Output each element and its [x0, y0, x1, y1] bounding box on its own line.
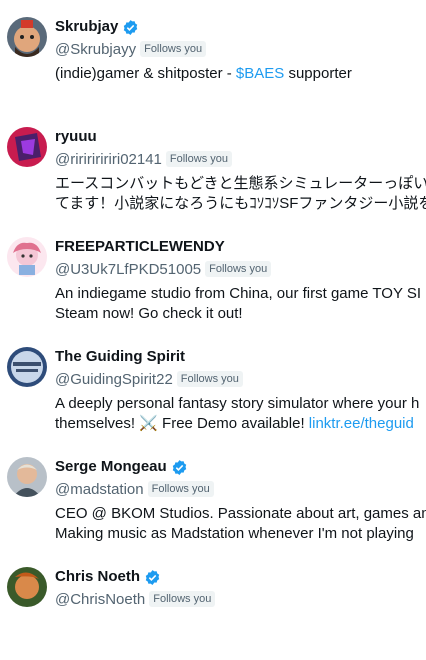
follows-you-badge: Follows you [147, 481, 214, 497]
avatar[interactable] [7, 457, 47, 497]
display-name[interactable]: Chris Noeth [55, 567, 140, 587]
bio-line: An indiegame studio from China, our firs… [55, 285, 422, 302]
user-cell[interactable]: Serge Mongeau @madstation Follows you CE… [0, 440, 426, 550]
bio-text: (indie)gamer & shitposter - [55, 65, 236, 82]
verified-badge-icon [145, 569, 160, 585]
user-bio: CEO @ BKOM Studios. Passionate about art… [55, 504, 426, 544]
follows-you-badge: Follows you [205, 261, 272, 277]
user-cell[interactable]: The Guiding Spirit @GuidingSpirit22 Foll… [0, 330, 426, 440]
user-handle[interactable]: @Skrubjayy [55, 41, 136, 58]
bio-line: A deeply personal fantasy story simulato… [55, 395, 420, 412]
bio-line: Steam now! Go check it out! [55, 305, 243, 322]
avatar[interactable] [7, 347, 47, 387]
display-name[interactable]: ryuuu [55, 127, 97, 147]
user-cell[interactable]: ryuuu @riririririri02141 Follows you エース… [0, 110, 426, 220]
bio-line: エースコンバットもどきと生態系シミュレーターっぽい [55, 175, 426, 192]
bio-link[interactable]: linktr.ee/theguid [309, 415, 414, 432]
user-bio: (indie)gamer & shitposter - $BAES suppor… [55, 64, 426, 84]
user-bio: エースコンバットもどきと生態系シミュレーターっぽい てます！小説家になろうにもｺ… [55, 174, 426, 214]
follows-you-badge: Follows you [140, 41, 207, 57]
user-handle[interactable]: @U3Uk7LfPKD51005 [55, 261, 201, 278]
display-name[interactable]: FREEPARTICLEWENDY [55, 237, 225, 257]
follows-you-badge: Follows you [176, 371, 243, 387]
follower-list: Skrubjay @Skrubjayy Follows you (indie)g… [0, 0, 426, 660]
verified-badge-icon [124, 19, 138, 35]
bio-line: CEO @ BKOM Studios. Passionate about art… [55, 505, 426, 522]
user-bio: An indiegame studio from China, our firs… [55, 284, 426, 324]
user-handle[interactable]: @madstation [55, 481, 144, 498]
user-cell[interactable]: Chris Noeth @ChrisNoeth Follows you [0, 550, 426, 660]
user-cell[interactable]: FREEPARTICLEWENDY @U3Uk7LfPKD51005 Follo… [0, 220, 426, 330]
user-bio: A deeply personal fantasy story simulato… [55, 394, 426, 434]
avatar[interactable] [7, 237, 47, 277]
bio-line: てます！小説家になろうにもｺｿｺｿSFファンタジー小説を [55, 195, 426, 212]
avatar[interactable] [7, 567, 47, 607]
user-cell[interactable]: Skrubjay @Skrubjayy Follows you (indie)g… [0, 0, 426, 110]
follows-you-badge: Follows you [149, 591, 216, 607]
cashtag-link[interactable]: $BAES [236, 65, 284, 82]
avatar[interactable] [7, 127, 47, 167]
bio-line: Making music as Madstation whenever I'm … [55, 525, 414, 542]
user-handle[interactable]: @riririririri02141 [55, 151, 162, 168]
bio-line: themselves! ⚔️ Free Demo available! link… [55, 414, 426, 434]
bio-text: themselves! ⚔️ Free Demo available! [55, 415, 309, 432]
display-name[interactable]: The Guiding Spirit [55, 347, 185, 367]
display-name[interactable]: Skrubjay [55, 17, 118, 37]
user-handle[interactable]: @GuidingSpirit22 [55, 371, 173, 388]
verified-badge-icon [172, 459, 186, 475]
follows-you-badge: Follows you [165, 151, 232, 167]
bio-text: supporter [284, 65, 352, 82]
user-handle[interactable]: @ChrisNoeth [55, 591, 145, 608]
display-name[interactable]: Serge Mongeau [55, 457, 167, 477]
avatar[interactable] [7, 17, 47, 57]
